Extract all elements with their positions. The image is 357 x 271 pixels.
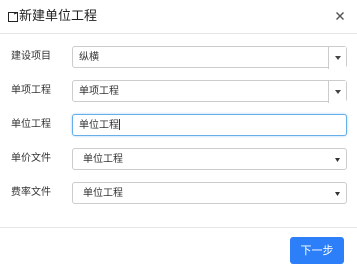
chevron-down-icon <box>335 90 341 94</box>
new-document-icon <box>8 12 18 22</box>
fee-file-row: 费率文件 单位工程 <box>0 182 357 204</box>
sub-project-combobox[interactable]: 单项工程 <box>72 80 347 103</box>
unit-project-row: 单位工程 单位工程 <box>0 114 357 136</box>
fee-file-label: 费率文件 <box>11 187 51 198</box>
project-label: 建设项目 <box>11 51 51 62</box>
sub-project-label: 单项工程 <box>11 85 51 96</box>
close-icon[interactable] <box>334 10 346 22</box>
sub-project-dropdown-button[interactable] <box>328 81 346 103</box>
price-file-row: 单价文件 单位工程 <box>0 148 357 170</box>
price-file-label: 单价文件 <box>11 153 51 164</box>
new-unit-project-dialog: 新建单位工程 建设项目 纵横 单项工程 单项工程 单位工程 单位工程 单价文件 … <box>0 0 357 271</box>
unit-project-value: 单位工程 <box>79 119 120 132</box>
sub-project-value: 单项工程 <box>79 86 119 97</box>
fee-file-value: 单位工程 <box>83 188 123 199</box>
text-caret <box>119 119 120 130</box>
price-file-select[interactable]: 单位工程 <box>72 148 347 170</box>
project-value: 纵横 <box>79 52 99 63</box>
fee-file-select[interactable]: 单位工程 <box>72 182 347 204</box>
dialog-title: 新建单位工程 <box>19 9 98 24</box>
unit-project-label: 单位工程 <box>11 119 51 130</box>
unit-project-input[interactable]: 单位工程 <box>72 114 347 136</box>
chevron-down-icon <box>335 192 340 196</box>
project-dropdown-button[interactable] <box>328 47 346 69</box>
dialog-title-wrap: 新建单位工程 <box>8 9 97 25</box>
price-file-value: 单位工程 <box>83 154 123 165</box>
dialog-header: 新建单位工程 <box>0 0 357 34</box>
chevron-down-icon <box>335 158 340 162</box>
sub-project-row: 单项工程 单项工程 <box>0 80 357 103</box>
next-button[interactable]: 下一步 <box>290 237 344 264</box>
project-row: 建设项目 纵横 <box>0 46 357 69</box>
footer-divider <box>0 227 357 228</box>
project-combobox[interactable]: 纵横 <box>72 46 347 69</box>
unit-project-value-text: 单位工程 <box>79 120 119 131</box>
chevron-down-icon <box>335 56 341 60</box>
